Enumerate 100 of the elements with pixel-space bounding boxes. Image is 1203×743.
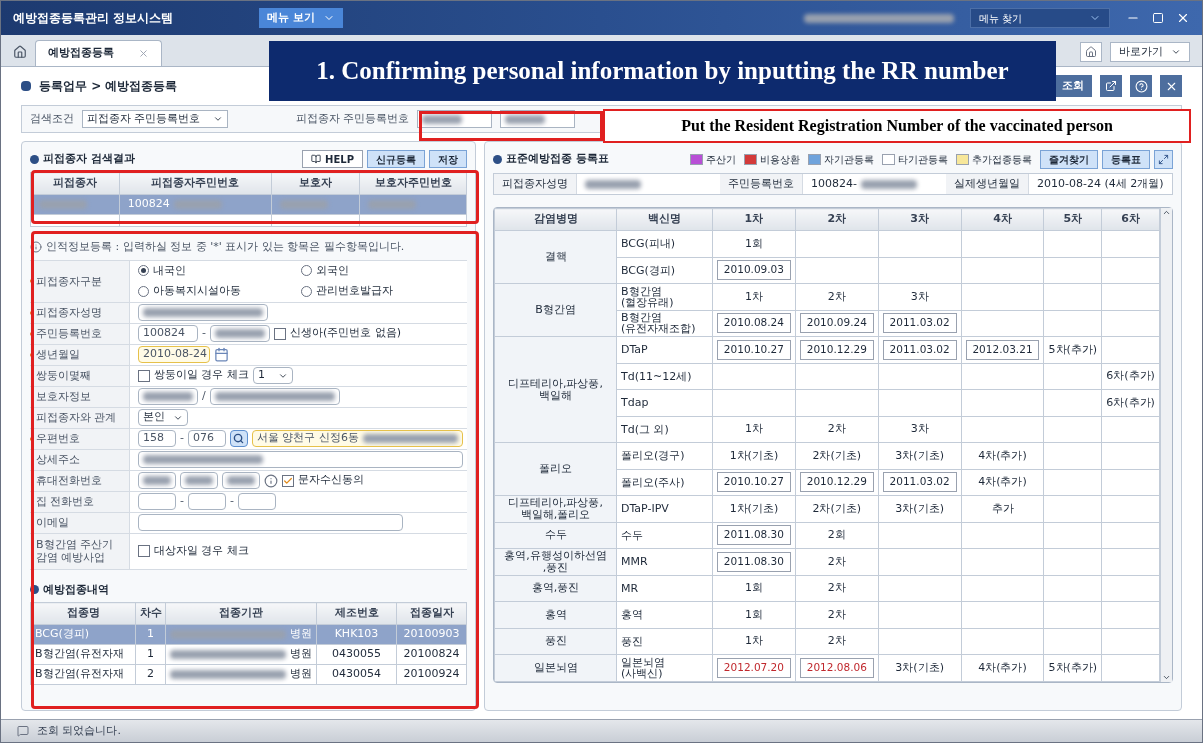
separator-text: - xyxy=(230,493,234,510)
section-title: 표준예방접종 등록표 xyxy=(506,151,609,168)
maximize-icon[interactable] xyxy=(1152,12,1164,24)
radio-button[interactable] xyxy=(300,285,312,297)
input-field[interactable]: 2010-08-24 xyxy=(138,346,210,363)
date-field[interactable]: 2011.08.30 xyxy=(717,551,791,572)
column-header: 피접종자주민번호 xyxy=(119,172,272,195)
date-field[interactable]: 2011.08.30 xyxy=(717,525,791,546)
date-field[interactable]: 2011.03.02 xyxy=(882,472,957,493)
expand-button[interactable] xyxy=(1154,150,1173,169)
table-cell: 2차 xyxy=(795,283,879,310)
expand-icon xyxy=(1158,154,1169,165)
legend-label: 자기관등록 xyxy=(824,153,874,167)
menu-button[interactable]: 메뉴 보기 xyxy=(259,8,343,28)
search-button[interactable] xyxy=(230,430,248,447)
caret-icon xyxy=(1171,47,1181,57)
table-cell: 폴리오 xyxy=(494,442,617,496)
panel-button[interactable]: 즐겨찾기 xyxy=(1040,150,1098,169)
dropdown[interactable]: 본인 xyxy=(138,409,188,426)
date-field[interactable]: 2010.09.24 xyxy=(799,313,874,334)
input-field[interactable] xyxy=(138,472,176,489)
tab[interactable]: 예방접종등록 xyxy=(35,40,162,66)
shortcut-dropdown[interactable]: 바로가기 xyxy=(1110,42,1190,62)
table-cell: 1회 xyxy=(712,230,796,257)
input-field[interactable] xyxy=(237,493,276,510)
input-field[interactable] xyxy=(138,388,198,405)
info-icon xyxy=(30,241,42,254)
checkbox[interactable] xyxy=(282,474,294,487)
search-button[interactable]: 조회 xyxy=(1054,75,1092,97)
popup-button[interactable] xyxy=(1100,75,1122,97)
input-field[interactable] xyxy=(138,451,463,468)
calendar-icon[interactable] xyxy=(214,347,229,362)
scroll-up-icon[interactable] xyxy=(1162,208,1171,217)
input-field[interactable] xyxy=(188,493,226,510)
history-row[interactable]: B형간염(유전자재 1 병원 0430055 20100824 xyxy=(30,644,467,665)
info-label: 주민등록번호 xyxy=(720,174,803,194)
table-cell: 2차(기초) xyxy=(795,442,879,469)
input-field[interactable] xyxy=(222,472,260,489)
close-button[interactable] xyxy=(1160,75,1182,97)
dropdown[interactable]: 1 xyxy=(253,367,293,384)
menu-search-field[interactable]: 메뉴 찾기 xyxy=(970,8,1110,28)
date-field[interactable]: 2011.03.02 xyxy=(882,339,957,360)
input-field[interactable] xyxy=(180,472,218,489)
checkbox[interactable] xyxy=(138,545,150,557)
home-button[interactable] xyxy=(1080,42,1102,62)
radio-button[interactable] xyxy=(138,285,149,297)
date-field[interactable]: 2010.10.27 xyxy=(717,339,791,360)
table-cell: 수두 xyxy=(494,522,617,549)
search-icon xyxy=(233,433,245,444)
column-header: 4차 xyxy=(961,208,1044,231)
home-icon[interactable] xyxy=(13,45,27,59)
input-field[interactable] xyxy=(209,388,340,405)
date-field[interactable]: 2012.03.21 xyxy=(965,339,1040,360)
input-field[interactable] xyxy=(138,493,176,510)
input-field[interactable] xyxy=(138,304,268,321)
table-cell: 2차 xyxy=(795,628,879,655)
field-label: 쌍둥이몇째 xyxy=(36,369,91,382)
checkbox[interactable] xyxy=(138,369,150,382)
radio-button[interactable] xyxy=(300,265,312,277)
date-field[interactable]: 2010.09.03 xyxy=(717,260,791,281)
close-icon[interactable] xyxy=(1176,11,1190,25)
panel-button[interactable]: 저장 xyxy=(429,150,467,168)
home-icon xyxy=(1085,46,1097,58)
search-condition-dropdown[interactable]: 피접종자 주민등록번호 xyxy=(82,110,228,128)
date-field[interactable]: 2010.12.29 xyxy=(799,339,874,360)
date-field[interactable]: 2011.03.02 xyxy=(882,313,957,334)
separator-text: - xyxy=(180,430,184,447)
checkbox-label: 대상자일 경우 체크 xyxy=(154,542,249,559)
table-cell: 홍역,유행성이하선염 ,풍진 xyxy=(494,548,617,575)
input-field[interactable] xyxy=(210,325,270,342)
input-field[interactable]: 076 xyxy=(188,430,226,447)
checkbox[interactable] xyxy=(274,327,286,340)
date-field[interactable]: 2010.12.29 xyxy=(799,472,874,493)
close-tab-icon[interactable] xyxy=(138,48,149,59)
section-title: 예방접종내역 xyxy=(43,581,109,598)
table-cell: MMR xyxy=(616,548,713,575)
panel-button[interactable]: 등록표 xyxy=(1102,150,1150,169)
table-cell: 폴리오(주사) xyxy=(616,469,713,496)
panel-button[interactable]: 신규등록 xyxy=(367,150,425,168)
section-bullet-icon xyxy=(30,154,39,164)
history-row[interactable]: B형간염(유전자재 2 병원 0430054 20100924 xyxy=(30,664,467,685)
scrollbar[interactable] xyxy=(1160,208,1172,682)
panel-button[interactable]: HELP xyxy=(302,150,363,168)
table-cell: 디프테리아,파상풍, 백일해 xyxy=(494,336,617,443)
date-field[interactable]: 2010.08.24 xyxy=(717,313,791,334)
field-label: 피접종자와 관계 xyxy=(36,411,117,424)
input-field[interactable]: 158 xyxy=(138,430,176,447)
date-field[interactable]: 2012.07.20 xyxy=(717,657,791,678)
input-field[interactable] xyxy=(138,514,403,531)
table-cell: 2차 xyxy=(795,601,879,628)
table-cell: 0430055 xyxy=(332,646,381,663)
help-button[interactable] xyxy=(1130,75,1152,97)
table-cell: MR xyxy=(616,575,713,602)
info-icon[interactable] xyxy=(264,473,278,488)
date-field[interactable]: 2010.10.27 xyxy=(717,472,791,493)
radio-button[interactable] xyxy=(138,265,149,277)
input-field[interactable]: 서울 양천구 신정6동 xyxy=(252,430,463,447)
table-cell: Td(그 외) xyxy=(616,416,713,443)
input-field[interactable]: 100824 xyxy=(138,325,198,342)
date-field[interactable]: 2012.08.06 xyxy=(799,657,874,678)
